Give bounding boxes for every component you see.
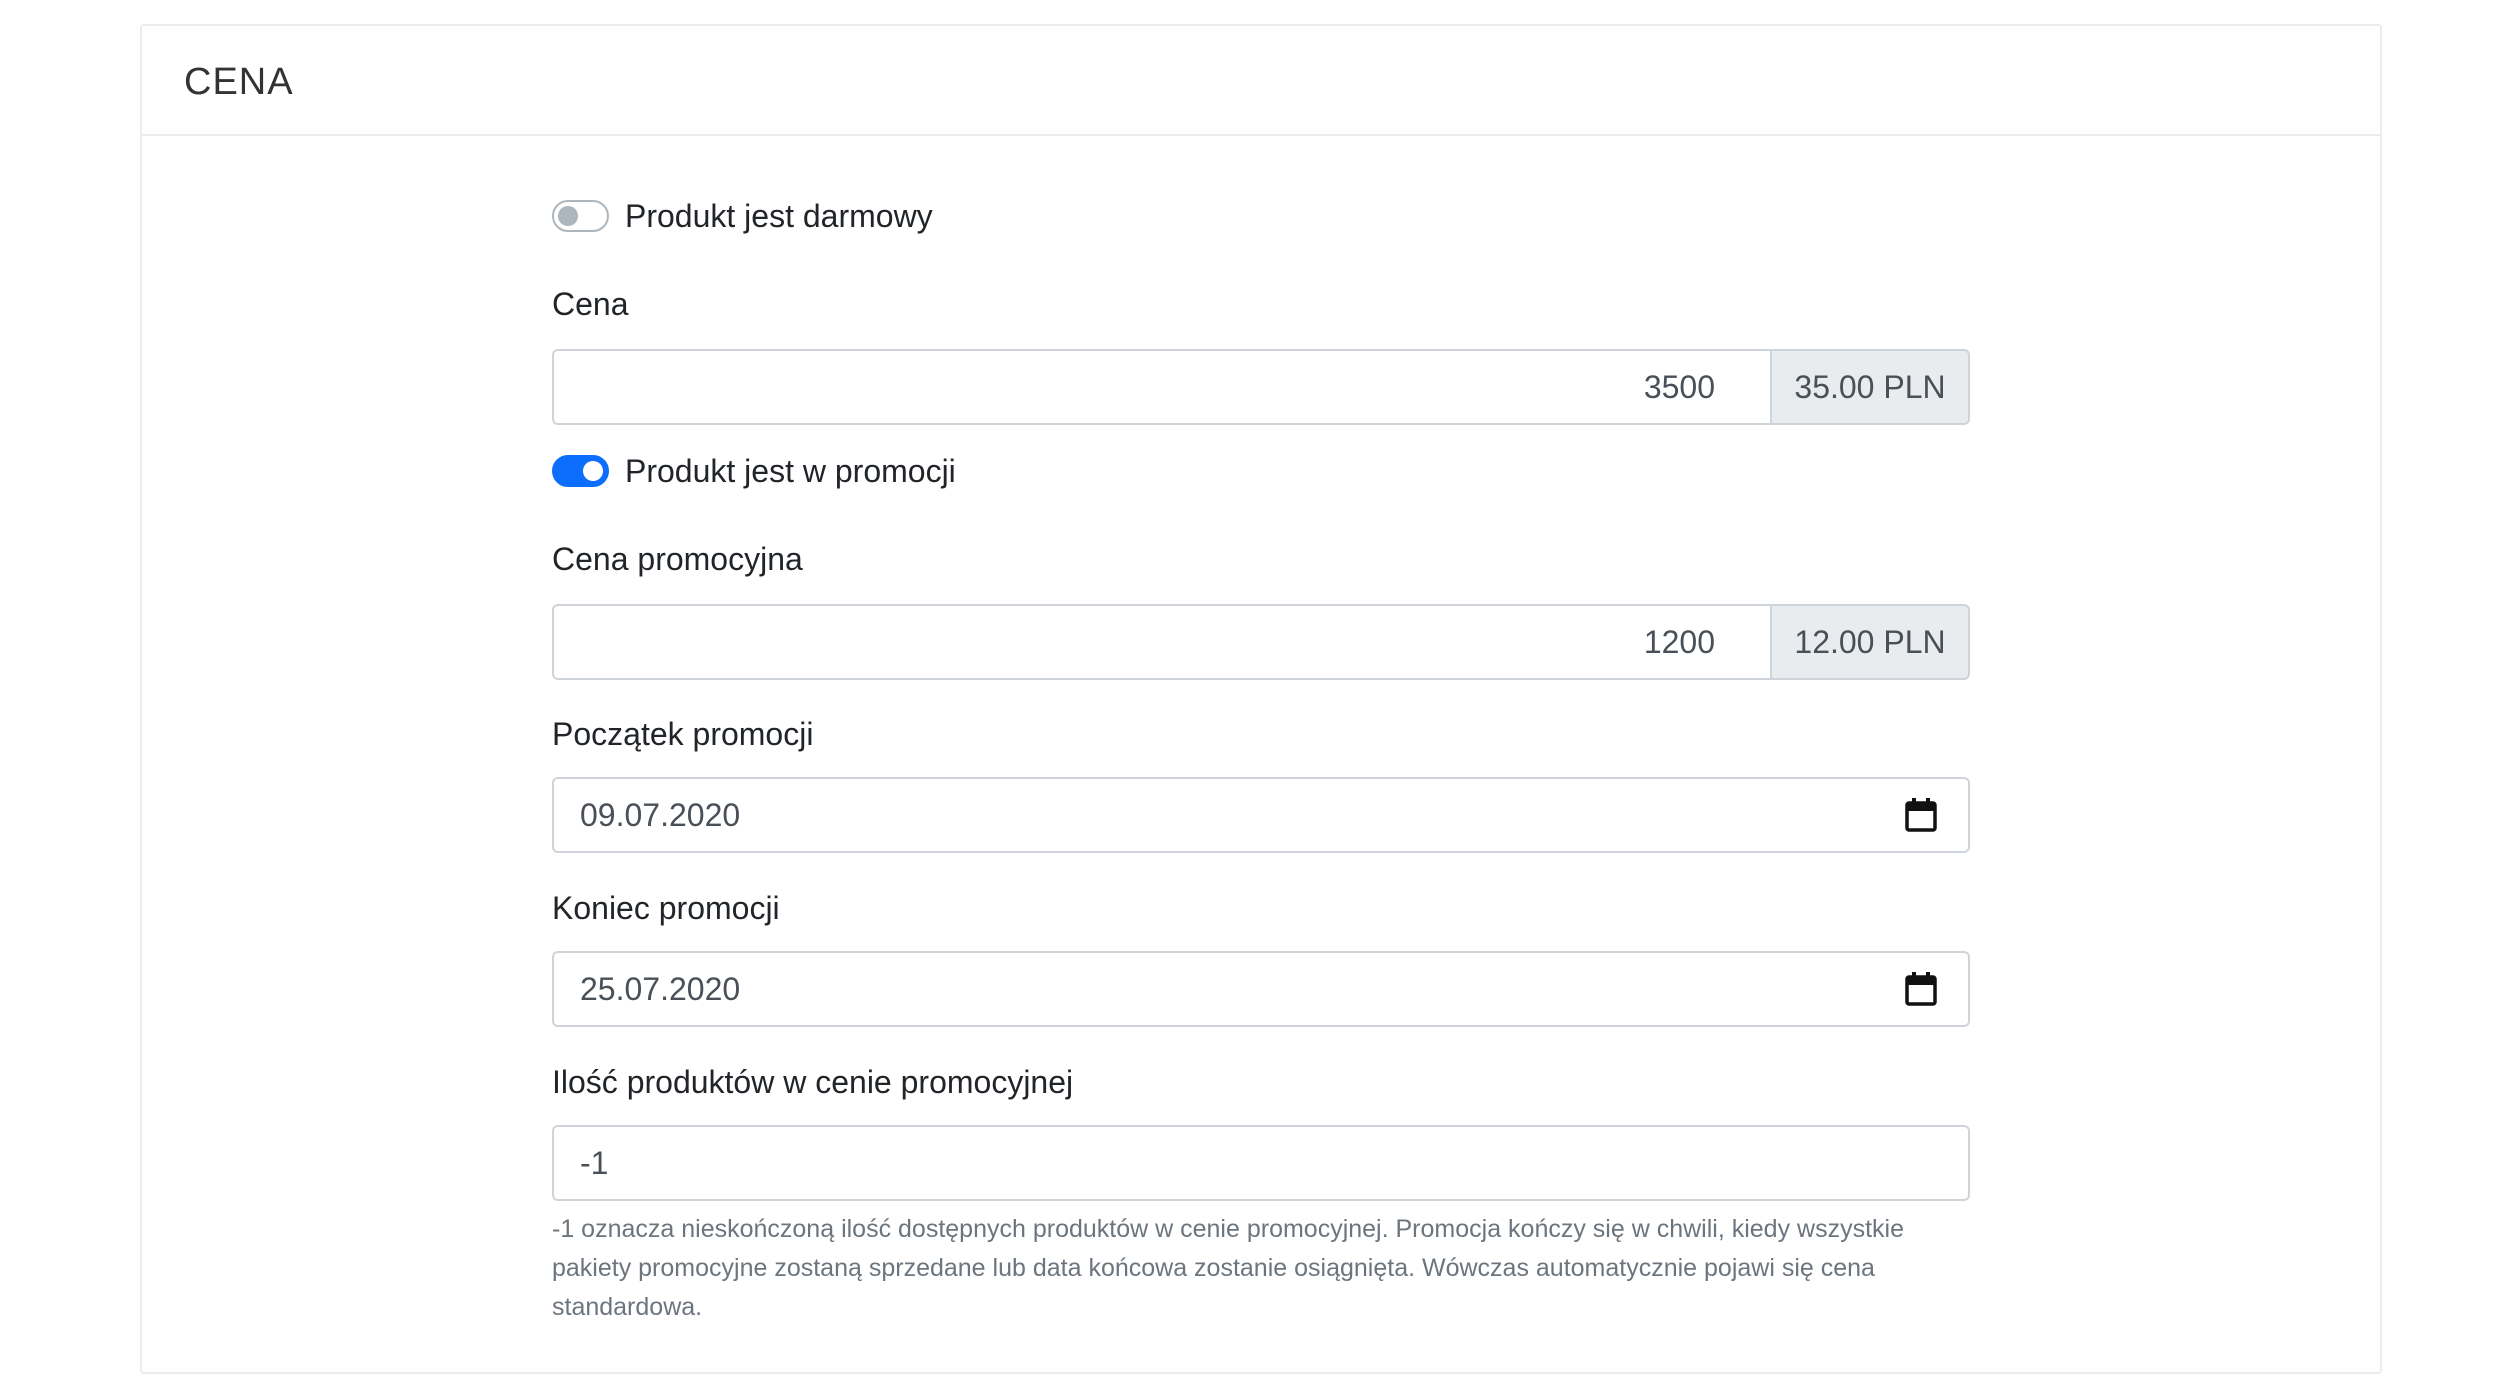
price-label: Cena <box>552 286 629 322</box>
promo-label[interactable]: Produkt jest w promocji <box>625 453 956 490</box>
switch-knob <box>558 206 578 226</box>
free-product-switch-row[interactable]: Produkt jest darmowy <box>552 186 933 246</box>
promo-start-group: 09.07.2020 <box>552 777 1970 853</box>
promo-price-label: Cena promocyjna <box>552 541 803 577</box>
promo-price-input-group: 1200 12.00 PLN <box>552 604 1970 680</box>
promo-price-addon: 12.00 PLN <box>1772 604 1970 680</box>
price-input-group: 3500 35.00 PLN <box>552 349 1970 425</box>
promo-quantity-help: -1 oznacza nieskończoną ilość dostępnych… <box>552 1215 1904 1321</box>
promo-price-input[interactable]: 1200 <box>552 604 1772 680</box>
promo-switch[interactable] <box>552 455 609 487</box>
promo-start-input[interactable]: 09.07.2020 <box>552 777 1970 853</box>
price-addon: 35.00 PLN <box>1772 349 1970 425</box>
price-value: 3500 <box>1643 368 1715 405</box>
calendar-icon[interactable] <box>1904 971 1938 1007</box>
price-input[interactable]: 3500 <box>552 349 1772 425</box>
promo-quantity-label: Ilość produktów w cenie promocyjnej <box>552 1064 1074 1100</box>
promo-quantity-value: -1 <box>580 1144 609 1181</box>
promo-switch-row[interactable]: Produkt jest w promocji <box>552 441 956 501</box>
promo-end-value: 25.07.2020 <box>580 970 741 1007</box>
promo-start-label: Początek promocji <box>552 716 814 752</box>
free-product-switch[interactable] <box>552 200 609 232</box>
switch-knob <box>583 461 603 481</box>
promo-start-value: 09.07.2020 <box>580 796 741 833</box>
promo-end-input[interactable]: 25.07.2020 <box>552 951 1970 1027</box>
calendar-icon[interactable] <box>1904 797 1938 833</box>
promo-quantity-input[interactable]: -1 <box>552 1125 1970 1201</box>
promo-end-group: 25.07.2020 <box>552 951 1970 1027</box>
promo-price-value: 1200 <box>1643 623 1715 660</box>
promo-quantity-group: -1 <box>552 1125 1970 1201</box>
promo-end-label: Koniec promocji <box>552 890 780 926</box>
card-title: CENA <box>184 60 294 103</box>
card-header: CENA <box>142 26 2380 136</box>
free-product-label[interactable]: Produkt jest darmowy <box>625 198 933 235</box>
price-card: CENA Produkt jest darmowy Cena 3500 35.0… <box>140 24 2382 1374</box>
